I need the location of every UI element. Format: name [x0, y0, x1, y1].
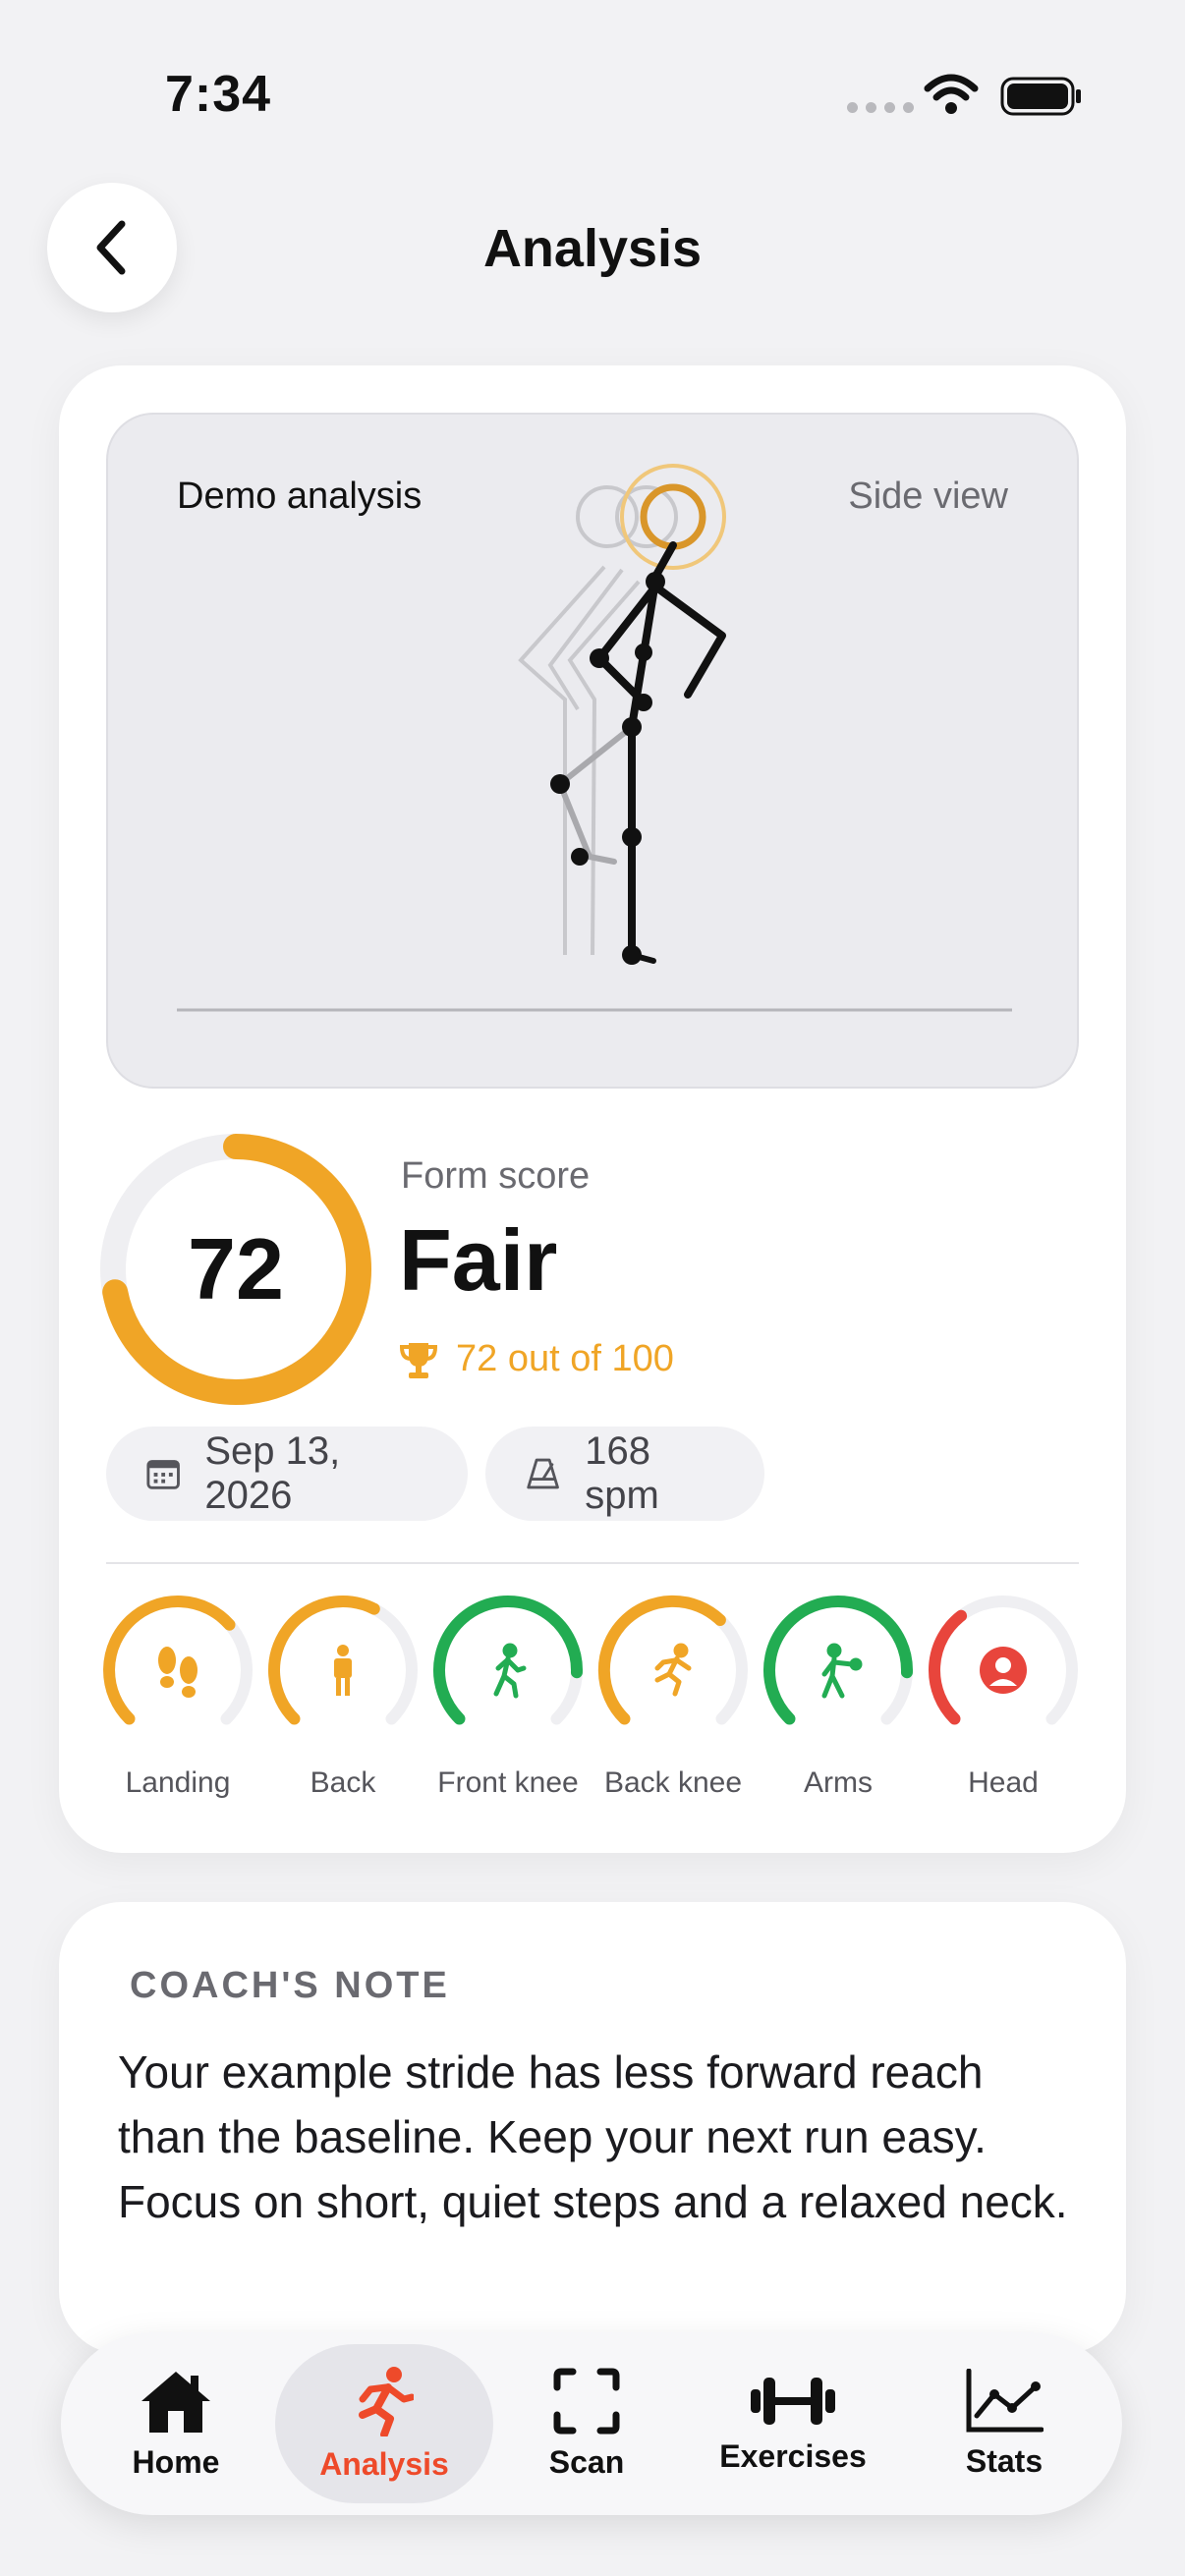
runner-pose [550, 464, 726, 965]
metric-landing[interactable]: Landing [98, 1594, 257, 1799]
demo-label: Demo analysis [177, 476, 423, 517]
tab-exercises[interactable]: Exercises [680, 2332, 906, 2515]
metric-arms[interactable]: Arms [759, 1594, 918, 1799]
scan-icon [553, 2368, 620, 2434]
date-chip: Sep 13, 2026 [106, 1427, 468, 1521]
tab-scan[interactable]: Scan [493, 2332, 680, 2515]
tab-label: Analysis [319, 2445, 449, 2482]
demo-video-panel[interactable]: Demo analysis Side view [106, 413, 1079, 1089]
coach-note-body: Your example stride has less forward rea… [118, 2046, 1068, 2227]
metric-back[interactable]: Back [263, 1594, 423, 1799]
tab-analysis[interactable]: Analysis [275, 2332, 493, 2515]
score-caption: Form score [401, 1155, 591, 1197]
running-person-icon [654, 1643, 692, 1697]
view-label: Side view [848, 476, 1008, 517]
home-icon [141, 2371, 210, 2433]
tab-bar: Home Analysis Scan Exercises Stats [61, 2332, 1122, 2515]
metric-back-knee[interactable]: Back knee [593, 1594, 753, 1799]
dumbbell-icon [751, 2377, 835, 2425]
metric-head[interactable]: Head [924, 1594, 1083, 1799]
tab-label: Exercises [719, 2437, 867, 2474]
tab-label: Home [132, 2443, 220, 2480]
status-time: 7:34 [165, 66, 272, 123]
calendar-icon [146, 1460, 180, 1489]
divider [106, 1562, 1079, 1564]
user-circle-icon [980, 1647, 1027, 1694]
metric-label: Head [968, 1766, 1039, 1799]
cellular-signal-icon [847, 102, 914, 113]
wifi-icon [924, 74, 979, 114]
arms-person-icon [821, 1643, 863, 1699]
baseline-pose [518, 485, 678, 956]
page-title: Analysis [482, 219, 703, 278]
tab-stats[interactable]: Stats [906, 2332, 1102, 2515]
line-chart-icon [966, 2368, 1044, 2432]
walking-person-icon [493, 1643, 527, 1699]
coach-note-heading: COACH'S NOTE [130, 1965, 450, 2006]
battery-icon [1000, 77, 1081, 116]
tab-label: Scan [548, 2443, 625, 2480]
coach-note-card: COACH'S NOTE Your example stride has les… [59, 1902, 1126, 2354]
date-text: Sep 13, 2026 [204, 1429, 341, 1517]
score-out-of-text: 72 out of 100 [456, 1338, 674, 1379]
score-rating: Fair [399, 1211, 558, 1309]
tab-home[interactable]: Home [88, 2332, 263, 2515]
running-icon [359, 2366, 414, 2436]
score-value: 72 [188, 1220, 284, 1317]
trophy-icon [399, 1342, 438, 1378]
analysis-card: Demo analysis Side view 72 Form score Fa… [59, 365, 1126, 1853]
metric-front-knee[interactable]: Front knee [428, 1594, 588, 1799]
metronome-icon [527, 1458, 559, 1489]
footprints-icon [158, 1647, 198, 1698]
score-out-of: 72 out of 100 [399, 1338, 674, 1380]
status-bar: 7:34 [0, 0, 1185, 147]
cadence-text: 168 spm [585, 1429, 659, 1517]
tab-label: Stats [965, 2442, 1044, 2479]
standing-person-icon [334, 1645, 352, 1696]
cadence-chip: 168 spm [485, 1427, 764, 1521]
